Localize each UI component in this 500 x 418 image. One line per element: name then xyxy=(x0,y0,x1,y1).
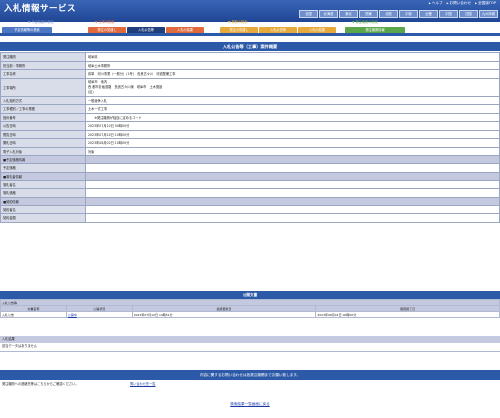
back-to-results-link: 検索結果一覧画面に戻る xyxy=(0,402,500,407)
detail-row: 閲覧日時 2023年07月24日 10時00分 xyxy=(0,129,500,139)
row-key: 指針番号 xyxy=(0,112,86,122)
app-title: 入札情報サービス xyxy=(4,4,77,14)
row-key: 工事種別／工事の業種 xyxy=(0,104,86,114)
region-kyushu-okinawa[interactable]: 九州沖縄 xyxy=(479,10,498,18)
row-value xyxy=(85,179,500,189)
nav-group-services: ▼ 業務の検索 xyxy=(228,20,248,24)
row-key: 開札日時 xyxy=(0,138,86,148)
region-hokkaido[interactable]: 北海道 xyxy=(319,10,338,18)
national-top-link[interactable]: 全国版TOP xyxy=(475,1,496,6)
section-header: ■落札者情報 xyxy=(0,171,500,181)
detail-row: 工事場所 岐阜市 地内 西 都市計画道路 長良古々川線 岐阜市 土木施設 (区) xyxy=(0,77,500,97)
nav-group-agency: ▼ 発注機関の検索 xyxy=(352,20,378,24)
bid-results-title: 入札結果 xyxy=(0,336,500,343)
row-value: 対象 xyxy=(85,146,500,156)
section-label: ■落札者情報 xyxy=(0,171,86,181)
public-documents-table: 入札公告等 文書名称 公開状況 最終更新日 閲覧終了日 入札公告 公開中 202… xyxy=(0,299,500,318)
region-hokuriku[interactable]: 北陸 xyxy=(379,10,398,18)
location-line-3: (区) xyxy=(88,89,94,94)
row-value: 岐阜市 地内 西 都市計画道路 長良古々川線 岐阜市 土木施設 (区) xyxy=(85,77,500,97)
detail-row: 工事名称 県単 河川事業（一般分）(1号) 長良古々川 河道整備工事 xyxy=(0,69,500,79)
inquiry-row: 発注機関への連絡先等はこちらからご確認ください。 問い合わせ先一覧 xyxy=(0,380,500,388)
project-detail-table: 発注機関 岐阜県 担当部・事務所 岐阜土木事務所 工事名称 県単 河川事業（一般分）(… xyxy=(0,52,500,223)
nav-group-construction: ▼ 工事の検索 xyxy=(95,20,115,24)
region-kinki[interactable]: 近畿 xyxy=(419,10,438,18)
region-selector: 全国 北海道 東北 関東 北陸 中部 近畿 中国 四国 九州沖縄 xyxy=(299,10,498,18)
row-key: 公告日時 xyxy=(0,121,86,131)
detail-row: 落札者名 xyxy=(0,179,500,189)
section-label: ■予定価格情報 xyxy=(0,155,86,164)
row-value xyxy=(85,188,500,198)
region-chugoku[interactable]: 中国 xyxy=(439,10,458,18)
detail-row: 工事種別／工事の業種 土木一式工事 xyxy=(0,104,500,114)
detail-row: 開札日時 2023年08月02日 10時00分 xyxy=(0,138,500,148)
bid-results-body: 該当データはありません xyxy=(0,343,500,352)
detail-row: 落札価格 xyxy=(0,188,500,198)
detail-row: 電子入札対象 対象 xyxy=(0,146,500,156)
inquiry-banner: 内容に関するお問い合わせは各発注機関までお願い致します。 xyxy=(0,370,500,380)
row-value: 2023年07月24日 10時00分 xyxy=(85,129,500,139)
detail-row: 入札契約方式 一般競争入札 xyxy=(0,95,500,105)
help-link[interactable]: ヘルプ xyxy=(429,1,443,6)
region-tohoku[interactable]: 東北 xyxy=(339,10,358,18)
back-to-results-text[interactable]: 検索結果一覧画面に戻る xyxy=(230,402,270,406)
row-key: 電子入札対象 xyxy=(0,146,86,156)
public-documents-title: 公開文書 xyxy=(0,291,500,299)
region-national[interactable]: 全国 xyxy=(299,10,318,18)
section-header: ■予定価格情報 xyxy=(0,155,500,164)
doc-status-link[interactable]: 公開中 xyxy=(65,311,133,318)
detail-row: 指針番号 ※発注機関が独自に定めるコード xyxy=(0,112,500,122)
detail-row: 発注機関 岐阜県 xyxy=(0,52,500,62)
row-key: 工事場所 xyxy=(0,77,86,97)
doc-end: 2023年08月01日 00時00分 xyxy=(315,311,500,318)
doc-name: 入札公告 xyxy=(0,311,67,318)
region-chubu[interactable]: 中部 xyxy=(399,10,418,18)
detail-row: 契約者名 xyxy=(0,204,500,214)
bid-results-box: 入札結果 該当データはありません xyxy=(0,336,500,352)
section-label: ■契約情報 xyxy=(0,196,86,206)
contact-list-link[interactable]: 問い合わせ先一覧 xyxy=(130,380,156,388)
table-row: 入札公告 公開中 2023年07月10日 14時51分 2023年08月01日 … xyxy=(0,311,500,318)
row-key: 契約金額 xyxy=(0,213,86,223)
row-key: 閲覧日時 xyxy=(0,129,86,139)
row-key: 工事名称 xyxy=(0,69,86,79)
row-key: 入札契約方式 xyxy=(0,95,86,105)
row-value: 2023年08月02日 10時00分 xyxy=(85,138,500,148)
row-value xyxy=(85,163,500,173)
row-value: 2023年07月10日 00時00分 xyxy=(85,121,500,131)
nav-group-schedule: ▼ 予定情報の検索 xyxy=(28,20,54,24)
row-key: 担当部・事務所 xyxy=(0,60,86,70)
row-value: 岐阜県 xyxy=(85,52,500,62)
row-key: 発注機関 xyxy=(0,52,86,62)
row-value: 岐阜土木事務所 xyxy=(85,60,500,70)
site-header: 入札情報サービス ヘルプ お問い合わせ 全国版TOP 全国 北海道 東北 関東 … xyxy=(0,0,500,22)
row-value xyxy=(85,204,500,214)
row-value: 県単 河川事業（一般分）(1号) 長良古々川 河道整備工事 xyxy=(85,69,500,79)
doc-updated: 2023年07月10日 14時51分 xyxy=(131,311,317,318)
region-kanto[interactable]: 関東 xyxy=(359,10,378,18)
row-key: 契約者名 xyxy=(0,204,86,214)
row-value: ※発注機関が独自に定めるコード xyxy=(85,112,500,122)
top-links: ヘルプ お問い合わせ 全国版TOP xyxy=(429,1,496,6)
nav-divider xyxy=(0,33,500,36)
detail-row: 予定価格 xyxy=(0,163,500,173)
contact-link[interactable]: お問い合わせ xyxy=(447,1,472,6)
row-key: 落札者名 xyxy=(0,179,86,189)
row-value: 一般競争入札 xyxy=(85,95,500,105)
row-key: 予定価格 xyxy=(0,163,86,173)
row-value: 土木一式工事 xyxy=(85,104,500,114)
row-value xyxy=(85,213,500,223)
region-shikoku[interactable]: 四国 xyxy=(459,10,478,18)
row-key: 落札価格 xyxy=(0,188,86,198)
inquiry-label: 発注機関への連絡先等はこちらからご確認ください。 xyxy=(2,382,79,386)
detail-row: 担当部・事務所 岐阜土木事務所 xyxy=(0,60,500,70)
detail-row: 公告日時 2023年07月10日 00時00分 xyxy=(0,121,500,131)
detail-row: 契約金額 xyxy=(0,213,500,223)
page-title: 入札公告等（工事）案件概要 xyxy=(0,42,500,51)
section-header: ■契約情報 xyxy=(0,196,500,206)
